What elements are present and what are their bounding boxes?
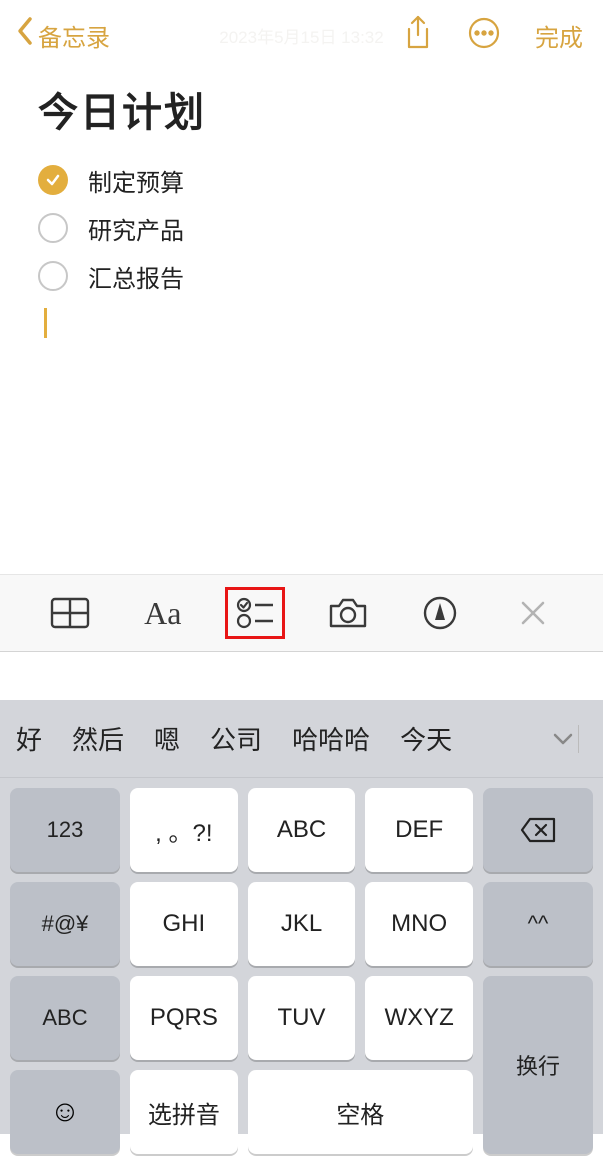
checklist-icon[interactable] [225, 587, 285, 639]
done-button[interactable]: 完成 [535, 18, 583, 53]
key-emoji[interactable]: ☺ [10, 1070, 120, 1154]
circle-icon[interactable] [38, 213, 68, 243]
key-wxyz[interactable]: WXYZ [365, 976, 473, 1060]
back-label: 备忘录 [38, 18, 110, 53]
note-title[interactable]: 今日计划 [38, 80, 565, 138]
key-def[interactable]: DEF [365, 788, 473, 872]
text-cursor [44, 308, 47, 338]
key-return[interactable]: 换行 [483, 976, 593, 1154]
suggestion[interactable]: 嗯 [154, 720, 180, 757]
suggestion[interactable]: 哈哈哈 [292, 720, 370, 757]
close-toolbar-button[interactable] [503, 587, 563, 639]
key-ghi[interactable]: GHI [130, 882, 238, 966]
item-text: 制定预算 [88, 163, 184, 198]
back-button[interactable]: 备忘录 [16, 16, 110, 55]
key-tuv[interactable]: TUV [248, 976, 356, 1060]
suggestion[interactable]: 今天 [400, 720, 452, 757]
key-symbols[interactable]: #@¥ [10, 882, 120, 966]
suggestion[interactable]: 好 [16, 720, 42, 757]
key-abc[interactable]: ABC [248, 788, 356, 872]
key-emoticon[interactable]: ^^ [483, 882, 593, 966]
checklist-item[interactable]: 制定预算 [38, 156, 565, 204]
item-text: 研究产品 [88, 211, 184, 246]
suggestion[interactable]: 公司 [210, 720, 262, 757]
key-pqrs[interactable]: PQRS [130, 976, 238, 1060]
check-icon[interactable] [38, 165, 68, 195]
keyboard: 好 然后 嗯 公司 哈哈哈 今天 123 , 。?! ABC DEF #@¥ G… [0, 700, 603, 1134]
markup-icon[interactable] [410, 587, 470, 639]
share-icon[interactable] [403, 15, 433, 56]
format-toolbar: Aa [0, 574, 603, 652]
key-punct[interactable]: , 。?! [130, 788, 238, 872]
camera-icon[interactable] [318, 587, 378, 639]
key-space[interactable]: 空格 [248, 1070, 473, 1154]
key-mno[interactable]: MNO [365, 882, 473, 966]
table-icon[interactable] [40, 587, 100, 639]
key-switch-abc[interactable]: ABC [10, 976, 120, 1060]
key-123[interactable]: 123 [10, 788, 120, 872]
key-jkl[interactable]: JKL [248, 882, 356, 966]
checklist-item[interactable]: 研究产品 [38, 204, 565, 252]
chevron-left-icon [16, 16, 34, 55]
suggestion[interactable]: 然后 [72, 720, 124, 757]
item-text: 汇总报告 [88, 259, 184, 294]
text-format-icon[interactable]: Aa [133, 587, 193, 639]
suggestion-bar: 好 然后 嗯 公司 哈哈哈 今天 [0, 700, 603, 778]
circle-icon[interactable] [38, 261, 68, 291]
nav-bar: 备忘录 2023年5月15日 13:32 完成 [0, 0, 603, 70]
key-delete[interactable] [483, 788, 593, 872]
key-pinyin[interactable]: 选拼音 [130, 1070, 238, 1154]
checklist-item[interactable]: 汇总报告 [38, 252, 565, 300]
more-icon[interactable] [467, 16, 501, 55]
chevron-down-icon[interactable] [552, 725, 579, 753]
note-content[interactable]: 今日计划 制定预算 研究产品 汇总报告 [0, 70, 603, 338]
